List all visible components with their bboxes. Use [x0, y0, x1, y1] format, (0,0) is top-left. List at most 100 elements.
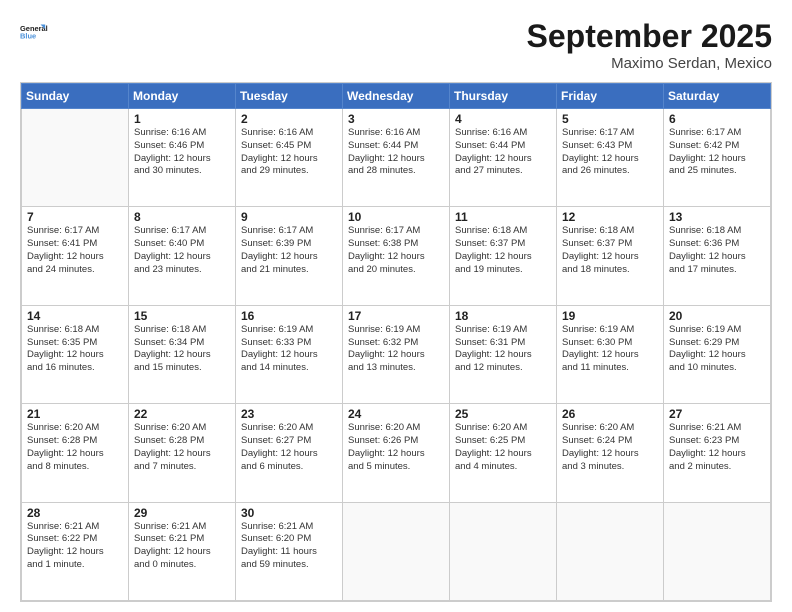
calendar-row: 1Sunrise: 6:16 AM Sunset: 6:46 PM Daylig…: [22, 109, 771, 207]
day-number: 15: [134, 309, 230, 323]
day-number: 18: [455, 309, 551, 323]
day-info: Sunrise: 6:18 AM Sunset: 6:36 PM Dayligh…: [669, 225, 765, 276]
day-info: Sunrise: 6:17 AM Sunset: 6:39 PM Dayligh…: [241, 225, 337, 276]
calendar-cell: 28Sunrise: 6:21 AM Sunset: 6:22 PM Dayli…: [22, 502, 129, 600]
logo-icon: GeneralBlue: [20, 18, 48, 46]
day-number: 4: [455, 112, 551, 126]
day-info: Sunrise: 6:21 AM Sunset: 6:23 PM Dayligh…: [669, 422, 765, 473]
calendar-cell: 13Sunrise: 6:18 AM Sunset: 6:36 PM Dayli…: [664, 207, 771, 305]
calendar-row: 7Sunrise: 6:17 AM Sunset: 6:41 PM Daylig…: [22, 207, 771, 305]
day-info: Sunrise: 6:18 AM Sunset: 6:35 PM Dayligh…: [27, 324, 123, 375]
calendar-cell: [664, 502, 771, 600]
day-number: 30: [241, 506, 337, 520]
calendar-row: 28Sunrise: 6:21 AM Sunset: 6:22 PM Dayli…: [22, 502, 771, 600]
calendar-cell: 16Sunrise: 6:19 AM Sunset: 6:33 PM Dayli…: [236, 305, 343, 403]
day-number: 6: [669, 112, 765, 126]
day-number: 9: [241, 210, 337, 224]
day-number: 5: [562, 112, 658, 126]
calendar-cell: 11Sunrise: 6:18 AM Sunset: 6:37 PM Dayli…: [450, 207, 557, 305]
calendar-cell: 4Sunrise: 6:16 AM Sunset: 6:44 PM Daylig…: [450, 109, 557, 207]
day-number: 19: [562, 309, 658, 323]
calendar-cell: 9Sunrise: 6:17 AM Sunset: 6:39 PM Daylig…: [236, 207, 343, 305]
calendar-cell: 29Sunrise: 6:21 AM Sunset: 6:21 PM Dayli…: [129, 502, 236, 600]
calendar-cell: 15Sunrise: 6:18 AM Sunset: 6:34 PM Dayli…: [129, 305, 236, 403]
day-number: 14: [27, 309, 123, 323]
page: GeneralBlue September 2025 Maximo Serdan…: [0, 0, 792, 612]
day-number: 3: [348, 112, 444, 126]
day-info: Sunrise: 6:19 AM Sunset: 6:33 PM Dayligh…: [241, 324, 337, 375]
day-info: Sunrise: 6:17 AM Sunset: 6:38 PM Dayligh…: [348, 225, 444, 276]
day-info: Sunrise: 6:21 AM Sunset: 6:21 PM Dayligh…: [134, 521, 230, 572]
day-info: Sunrise: 6:18 AM Sunset: 6:37 PM Dayligh…: [455, 225, 551, 276]
calendar-cell: 30Sunrise: 6:21 AM Sunset: 6:20 PM Dayli…: [236, 502, 343, 600]
svg-text:Blue: Blue: [20, 32, 36, 41]
day-info: Sunrise: 6:17 AM Sunset: 6:40 PM Dayligh…: [134, 225, 230, 276]
calendar-cell: 12Sunrise: 6:18 AM Sunset: 6:37 PM Dayli…: [557, 207, 664, 305]
calendar-cell: [22, 109, 129, 207]
day-number: 24: [348, 407, 444, 421]
calendar-cell: [343, 502, 450, 600]
calendar-cell: 14Sunrise: 6:18 AM Sunset: 6:35 PM Dayli…: [22, 305, 129, 403]
day-info: Sunrise: 6:17 AM Sunset: 6:41 PM Dayligh…: [27, 225, 123, 276]
calendar-cell: 20Sunrise: 6:19 AM Sunset: 6:29 PM Dayli…: [664, 305, 771, 403]
day-number: 10: [348, 210, 444, 224]
day-number: 22: [134, 407, 230, 421]
day-number: 11: [455, 210, 551, 224]
calendar-cell: 2Sunrise: 6:16 AM Sunset: 6:45 PM Daylig…: [236, 109, 343, 207]
calendar-cell: 27Sunrise: 6:21 AM Sunset: 6:23 PM Dayli…: [664, 404, 771, 502]
calendar-row: 21Sunrise: 6:20 AM Sunset: 6:28 PM Dayli…: [22, 404, 771, 502]
calendar-cell: 17Sunrise: 6:19 AM Sunset: 6:32 PM Dayli…: [343, 305, 450, 403]
day-info: Sunrise: 6:19 AM Sunset: 6:29 PM Dayligh…: [669, 324, 765, 375]
day-number: 8: [134, 210, 230, 224]
title-block: September 2025 Maximo Serdan, Mexico: [527, 18, 772, 72]
day-info: Sunrise: 6:17 AM Sunset: 6:42 PM Dayligh…: [669, 127, 765, 178]
calendar-cell: 5Sunrise: 6:17 AM Sunset: 6:43 PM Daylig…: [557, 109, 664, 207]
calendar-cell: 6Sunrise: 6:17 AM Sunset: 6:42 PM Daylig…: [664, 109, 771, 207]
calendar-cell: 18Sunrise: 6:19 AM Sunset: 6:31 PM Dayli…: [450, 305, 557, 403]
calendar: SundayMondayTuesdayWednesdayThursdayFrid…: [20, 82, 772, 602]
day-header: Tuesday: [236, 84, 343, 109]
day-number: 29: [134, 506, 230, 520]
day-info: Sunrise: 6:21 AM Sunset: 6:22 PM Dayligh…: [27, 521, 123, 572]
header: GeneralBlue September 2025 Maximo Serdan…: [20, 18, 772, 72]
day-number: 28: [27, 506, 123, 520]
calendar-cell: 19Sunrise: 6:19 AM Sunset: 6:30 PM Dayli…: [557, 305, 664, 403]
day-info: Sunrise: 6:17 AM Sunset: 6:43 PM Dayligh…: [562, 127, 658, 178]
calendar-cell: 10Sunrise: 6:17 AM Sunset: 6:38 PM Dayli…: [343, 207, 450, 305]
day-info: Sunrise: 6:18 AM Sunset: 6:34 PM Dayligh…: [134, 324, 230, 375]
day-number: 27: [669, 407, 765, 421]
calendar-cell: 8Sunrise: 6:17 AM Sunset: 6:40 PM Daylig…: [129, 207, 236, 305]
day-number: 17: [348, 309, 444, 323]
day-number: 20: [669, 309, 765, 323]
calendar-cell: 7Sunrise: 6:17 AM Sunset: 6:41 PM Daylig…: [22, 207, 129, 305]
day-info: Sunrise: 6:16 AM Sunset: 6:45 PM Dayligh…: [241, 127, 337, 178]
calendar-cell: 26Sunrise: 6:20 AM Sunset: 6:24 PM Dayli…: [557, 404, 664, 502]
day-number: 26: [562, 407, 658, 421]
calendar-cell: 23Sunrise: 6:20 AM Sunset: 6:27 PM Dayli…: [236, 404, 343, 502]
day-info: Sunrise: 6:20 AM Sunset: 6:26 PM Dayligh…: [348, 422, 444, 473]
day-info: Sunrise: 6:20 AM Sunset: 6:24 PM Dayligh…: [562, 422, 658, 473]
calendar-cell: [450, 502, 557, 600]
days-header: SundayMondayTuesdayWednesdayThursdayFrid…: [22, 84, 771, 109]
day-header: Monday: [129, 84, 236, 109]
day-header: Sunday: [22, 84, 129, 109]
day-info: Sunrise: 6:19 AM Sunset: 6:30 PM Dayligh…: [562, 324, 658, 375]
day-info: Sunrise: 6:20 AM Sunset: 6:28 PM Dayligh…: [134, 422, 230, 473]
day-number: 2: [241, 112, 337, 126]
month-title: September 2025: [527, 18, 772, 55]
day-number: 23: [241, 407, 337, 421]
calendar-cell: 21Sunrise: 6:20 AM Sunset: 6:28 PM Dayli…: [22, 404, 129, 502]
day-info: Sunrise: 6:20 AM Sunset: 6:28 PM Dayligh…: [27, 422, 123, 473]
calendar-cell: 1Sunrise: 6:16 AM Sunset: 6:46 PM Daylig…: [129, 109, 236, 207]
calendar-cell: 22Sunrise: 6:20 AM Sunset: 6:28 PM Dayli…: [129, 404, 236, 502]
calendar-row: 14Sunrise: 6:18 AM Sunset: 6:35 PM Dayli…: [22, 305, 771, 403]
day-number: 25: [455, 407, 551, 421]
day-info: Sunrise: 6:21 AM Sunset: 6:20 PM Dayligh…: [241, 521, 337, 572]
day-number: 21: [27, 407, 123, 421]
day-header: Thursday: [450, 84, 557, 109]
day-number: 13: [669, 210, 765, 224]
day-header: Saturday: [664, 84, 771, 109]
day-info: Sunrise: 6:20 AM Sunset: 6:25 PM Dayligh…: [455, 422, 551, 473]
calendar-body: 1Sunrise: 6:16 AM Sunset: 6:46 PM Daylig…: [22, 109, 771, 601]
day-number: 12: [562, 210, 658, 224]
